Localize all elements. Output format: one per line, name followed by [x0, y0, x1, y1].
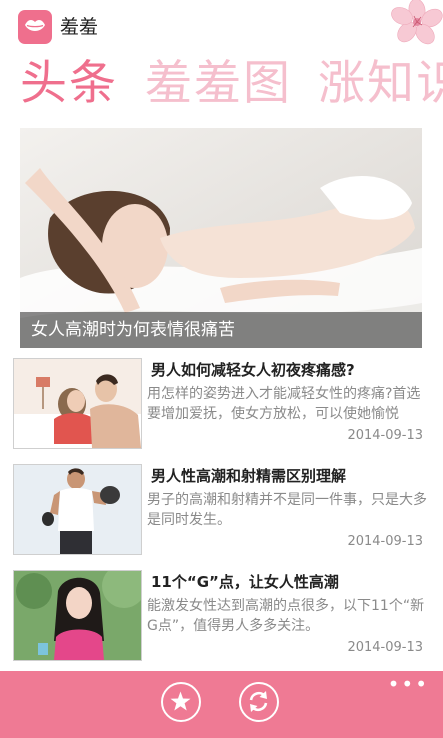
more-button[interactable]: ••• — [388, 674, 429, 694]
article-date: 2014-09-13 — [347, 534, 423, 549]
app-title: 羞羞 — [60, 16, 99, 38]
list-item[interactable]: 男人如何减轻女人初夜疼痛感? 用怎样的姿势进入才能减轻女性的疼痛?首选要增加爱抚… — [13, 358, 433, 450]
article-summary: 能激发女性达到高潮的点很多，以下11个“新G点”，值得男人多多关注。 — [147, 598, 425, 634]
app-bar: ••• — [0, 671, 443, 738]
list-item[interactable]: 男人性高潮和射精需区别理解 男子的高潮和射精并不是同一件事，只是大多是同时发生。… — [13, 464, 433, 556]
hero-caption-bar: 女人高潮时为何表情很痛苦 — [20, 312, 422, 348]
app-logo — [18, 10, 52, 44]
article-date: 2014-09-13 — [347, 640, 423, 655]
article-thumbnail — [13, 464, 142, 555]
article-title: 男人如何减轻女人初夜疼痛感? — [151, 361, 355, 379]
flower-decoration — [391, 0, 443, 45]
article-thumbnail — [13, 570, 142, 661]
article-title: 11个“G”点，让女人性高潮 — [151, 573, 339, 591]
article-summary: 用怎样的姿势进入才能减轻女性的疼痛?首选要增加爱抚，使女方放松，可以使她愉悦 — [147, 386, 421, 422]
article-title: 男人性高潮和射精需区别理解 — [151, 467, 347, 485]
pivot-item-pictures[interactable]: 羞羞图 — [145, 54, 292, 114]
app-header: 羞羞 — [0, 0, 443, 52]
article-date: 2014-09-13 — [347, 428, 423, 443]
pivot-item-headlines[interactable]: 头条 — [20, 54, 118, 114]
favorite-button[interactable] — [161, 682, 201, 722]
article-summary: 男子的高潮和射精并不是同一件事，只是大多是同时发生。 — [147, 492, 427, 528]
article-thumbnail — [13, 358, 142, 449]
list-item[interactable]: 11个“G”点，让女人性高潮 能激发女性达到高潮的点很多，以下11个“新G点”，… — [13, 570, 433, 662]
pivot-item-knowledge[interactable]: 涨知识 — [318, 54, 443, 114]
refresh-button[interactable] — [239, 682, 279, 722]
hero-card[interactable]: 女人高潮时为何表情很痛苦 — [20, 128, 422, 348]
lips-icon — [25, 20, 45, 31]
refresh-icon — [249, 691, 268, 712]
hero-caption: 女人高潮时为何表情很痛苦 — [31, 320, 235, 340]
star-icon — [170, 691, 191, 711]
pivot-header: 头条 羞羞图 涨知识 — [0, 52, 443, 118]
